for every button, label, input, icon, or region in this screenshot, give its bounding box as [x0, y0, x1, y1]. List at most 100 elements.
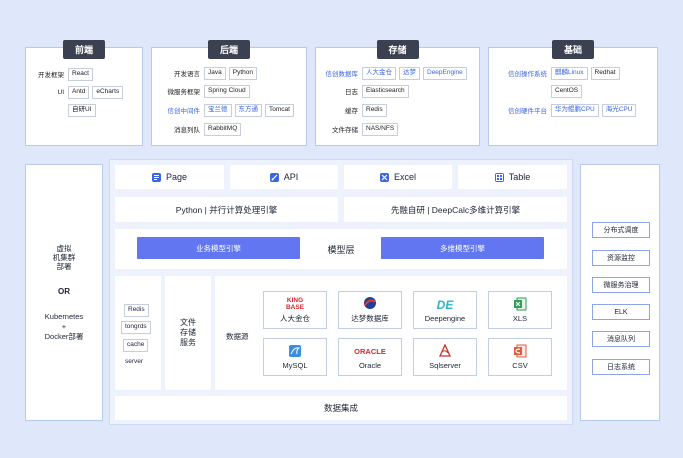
infra-title: 基础: [551, 40, 595, 59]
db-name-xls: XLS: [512, 314, 528, 323]
header-api: API: [230, 165, 338, 189]
deploy-line6: Docker部署: [44, 331, 84, 341]
frontend-label-ui: UI: [57, 88, 65, 96]
header-api-label: API: [283, 172, 299, 182]
service-microservice-governance: 微服务治理: [592, 277, 650, 293]
backend-title: 后端: [207, 40, 251, 59]
service-log-system: 日志系统: [592, 359, 650, 375]
deploy-panel: 虚拟 机集群 部署 OR Kubernetes + Docker部署: [25, 164, 103, 421]
db-card-deepengine: DE Deepengine: [413, 291, 477, 329]
file-service-line1: 文件: [180, 318, 196, 327]
tag-centos: CentOS: [551, 85, 583, 98]
deploy-line1: 虚拟: [56, 243, 72, 253]
oracle-logo: ORACLE: [352, 344, 388, 358]
storage-title: 存储: [376, 40, 419, 59]
deploy-line4: Kubernetes: [44, 311, 84, 321]
db-card-oracle: ORACLE Oracle: [338, 338, 402, 376]
backend-panel: 后端 开发语言 Java Python 微服务框架 Spring Cloud 信…: [151, 40, 307, 146]
svg-text:KING: KING: [287, 297, 303, 304]
model-layer-title: 模型层: [327, 244, 355, 255]
services-panel: 分布式调度 资源监控 微服务治理 ELK 消息队列 日志系统: [580, 164, 660, 421]
db-card-sqlserver: Sqlserver: [413, 338, 477, 376]
service-message-queue: 消息队列: [592, 331, 650, 347]
storage-label-file: 文件存储: [332, 127, 358, 135]
infra-label-os: 信创操作系统: [508, 71, 547, 79]
deploy-vm-text: 虚拟 机集群 部署: [53, 244, 76, 271]
header-table: Table: [458, 165, 567, 189]
file-service-box: 文件 存储 服务: [165, 276, 211, 390]
tag-kingbase: 人大金仓: [362, 67, 396, 80]
multidim-model-engine: 多维模型引擎: [381, 237, 544, 259]
backend-label-middleware: 信创中间件: [167, 108, 201, 116]
db-name-kingbase: 人大金仓: [280, 314, 310, 323]
kingbase-logo: KING BASE: [282, 296, 308, 310]
tag-kylin-linux: 麒麟Linux: [551, 67, 588, 80]
tag-tomcat: Tomcat: [265, 104, 294, 117]
sqlserver-logo: [437, 344, 453, 358]
storage-label-log: 日志: [345, 89, 358, 97]
frontend-title: 前端: [62, 40, 106, 59]
deepcalc-engine-label: 先融自研 | DeepCalc多维计算引擎: [390, 204, 521, 215]
deepengine-logo: DE: [435, 297, 455, 311]
frontend-label-framework: 开发框架: [38, 72, 64, 80]
db-card-kingbase: KING BASE 人大金仓: [263, 291, 327, 329]
storage-panel: 存储 信创数据库 人大金仓 达梦 DeepEngine 日志 Elasticse…: [315, 40, 480, 146]
deploy-line2: 机集群: [52, 252, 76, 262]
tag-baolande: 宝兰德: [204, 104, 232, 117]
db-name-dameng: 达梦数据库: [351, 314, 389, 323]
mysql-icon: [288, 344, 302, 358]
db-card-xls: XLS: [488, 291, 552, 329]
tag-kunpeng-cpu: 华为鲲鹏CPU: [551, 104, 599, 117]
tag-dameng: 达梦: [399, 67, 420, 80]
file-service-line2: 存储: [180, 328, 196, 337]
api-icon: [269, 172, 279, 182]
deploy-line5: +: [61, 321, 67, 331]
frontend-panel: 前端 开发框架 React UI Antd eCharts 自研UI: [25, 40, 143, 146]
cache-tag-redis: Redis: [124, 304, 149, 317]
svg-text:DE: DE: [437, 298, 455, 311]
header-page: Page: [115, 165, 224, 189]
tag-nas-nfs: NAS/NFS: [362, 123, 399, 136]
header-page-label: Page: [165, 172, 188, 182]
infra-label-hardware: 信创硬件平台: [508, 108, 547, 116]
tag-spring-cloud: Spring Cloud: [204, 85, 250, 98]
service-resource-monitor: 资源监控: [592, 250, 650, 266]
tag-echarts: eCharts: [92, 86, 124, 99]
tag-redhat: Redhat: [590, 67, 620, 80]
db-card-dameng: 达梦数据库: [338, 291, 402, 329]
db-name-csv: CSV: [512, 361, 528, 370]
page-icon: [151, 172, 161, 182]
business-model-engine: 业务模型引擎: [137, 237, 300, 259]
data-integration-box: 数据集成: [115, 396, 567, 420]
tag-hygon-cpu: 海光CPU: [601, 104, 637, 117]
service-distributed-scheduling: 分布式调度: [592, 222, 650, 238]
csv-icon: [513, 344, 527, 358]
header-excel: Excel: [344, 165, 452, 189]
backend-label-microservice: 微服务框架: [167, 89, 201, 97]
tag-python: Python: [228, 67, 257, 80]
db-card-mysql: MySQL: [263, 338, 327, 376]
data-integration-label: 数据集成: [323, 403, 358, 413]
tag-elasticsearch: Elasticsearch: [362, 85, 409, 98]
tag-dongfangtong: 东方通: [234, 104, 262, 117]
datasource-title: 数据源: [226, 332, 249, 341]
tag-redis: Redis: [362, 104, 387, 117]
db-name-oracle: Oracle: [358, 361, 382, 370]
db-name-mysql: MySQL: [282, 361, 308, 370]
header-excel-label: Excel: [393, 172, 416, 182]
deploy-or: OR: [58, 286, 70, 296]
excel-icon: [379, 172, 389, 182]
deploy-k8s-text: Kubernetes + Docker部署: [45, 312, 84, 342]
header-table-label: Table: [508, 172, 531, 182]
tag-react: React: [68, 68, 93, 81]
db-card-csv: CSV: [488, 338, 552, 376]
deploy-line3: 部署: [56, 261, 72, 271]
python-engine-box: Python | 并行计算处理引擎: [115, 197, 338, 222]
backend-label-lang: 开发语言: [174, 71, 200, 79]
storage-label-cache: 缓存: [345, 108, 358, 116]
python-engine-label: Python | 并行计算处理引擎: [175, 204, 278, 215]
dameng-logo: [362, 296, 378, 310]
xls-icon: [513, 297, 527, 311]
tag-rabbitmq: RabbitMQ: [204, 123, 242, 136]
backend-label-mq: 消息列队: [174, 127, 200, 135]
